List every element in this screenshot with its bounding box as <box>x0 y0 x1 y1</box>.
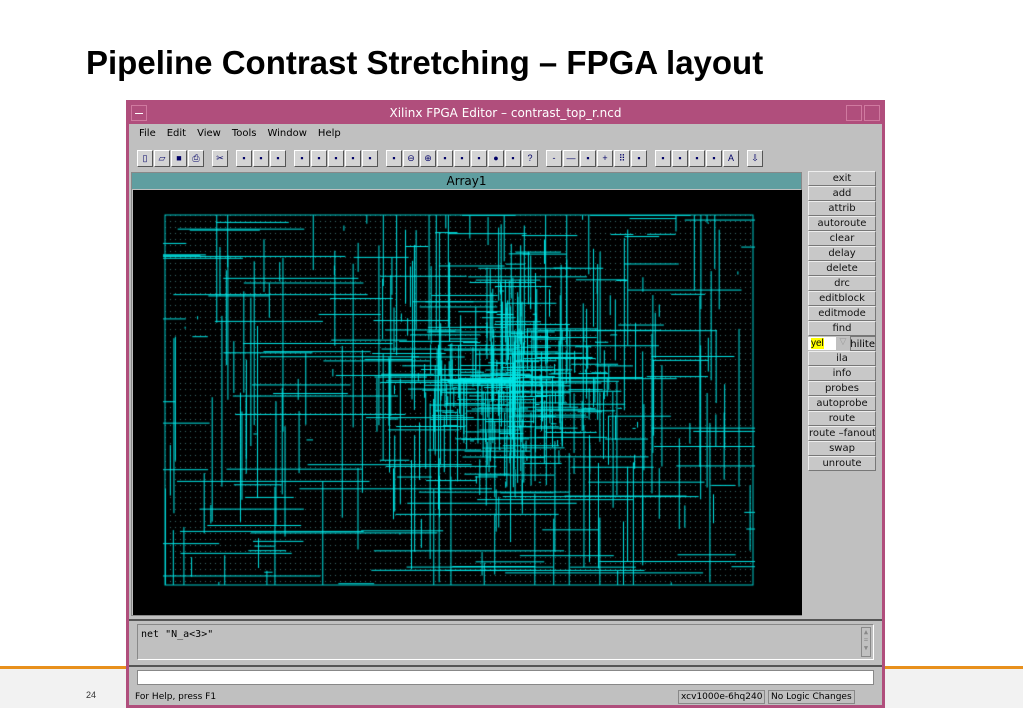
maximize-icon[interactable] <box>864 105 880 121</box>
fpga-layout-canvas[interactable] <box>133 190 802 615</box>
refresh-icon[interactable]: ▪ <box>471 150 487 167</box>
menu-file[interactable]: File <box>139 128 156 139</box>
editblock-button[interactable]: editblock <box>808 291 876 306</box>
console-text: net "N_a<3>" <box>141 629 214 640</box>
line-icon[interactable]: — <box>563 150 579 167</box>
menu-bar: File Edit View Tools Window Help <box>139 128 341 139</box>
window-menu-icon[interactable] <box>131 105 147 121</box>
text-icon[interactable]: A <box>723 150 739 167</box>
menu-window[interactable]: Window <box>267 128 306 139</box>
list-icon[interactable]: ▪ <box>236 150 252 167</box>
print-icon[interactable]: ⎙ <box>188 150 204 167</box>
delay-button[interactable]: delay <box>808 246 876 261</box>
swap-button[interactable]: swap <box>808 441 876 456</box>
command-button-panel: exit add attrib autoroute clear delay delete dr… <box>808 171 878 471</box>
editmode-button[interactable]: editmode <box>808 306 876 321</box>
autoroute-button[interactable]: autoroute <box>808 216 876 231</box>
fpga-editor-window: Xilinx FPGA Editor – contrast_top_r.ncd … <box>126 100 885 708</box>
zoom-select-icon[interactable]: ▪ <box>454 150 470 167</box>
open-icon[interactable]: ▱ <box>154 150 170 167</box>
save-icon[interactable]: ■ <box>171 150 187 167</box>
tool-icon[interactable]: ▪ <box>505 150 521 167</box>
chevron-down-icon[interactable]: ▽ <box>836 336 850 350</box>
page-number: 24 <box>86 690 97 700</box>
download-icon[interactable]: ⇩ <box>747 150 763 167</box>
zoom-out-icon[interactable]: ⊖ <box>403 150 419 167</box>
probes-button[interactable]: probes <box>808 381 876 396</box>
divider <box>129 665 882 667</box>
array-icon[interactable]: ▪ <box>294 150 310 167</box>
net-icon[interactable]: ▪ <box>655 150 671 167</box>
console-scrollbar[interactable]: ▲ = ▼ <box>861 627 871 657</box>
clear-button[interactable]: clear <box>808 231 876 246</box>
window-title: Xilinx FPGA Editor – contrast_top_r.ncd <box>389 106 622 120</box>
zoom-in-icon[interactable]: ⊕ <box>420 150 436 167</box>
zoom-area-icon[interactable]: ▪ <box>437 150 453 167</box>
menu-help[interactable]: Help <box>318 128 341 139</box>
block-icon[interactable]: ▪ <box>706 150 722 167</box>
array-window-title[interactable]: Array1 <box>132 173 801 189</box>
menu-tools[interactable]: Tools <box>232 128 257 139</box>
ila-button[interactable]: ila <box>808 351 876 366</box>
status-bar: For Help, press F1 xcv1000e-6hq240 No Lo… <box>131 689 880 705</box>
component-icon[interactable]: ▪ <box>631 150 647 167</box>
menu-edit[interactable]: Edit <box>167 128 186 139</box>
stop-icon[interactable]: ● <box>488 150 504 167</box>
help-icon[interactable]: ? <box>522 150 538 167</box>
window-title-bar[interactable]: Xilinx FPGA Editor – contrast_top_r.ncd <box>129 103 882 124</box>
add-button[interactable]: add <box>808 186 876 201</box>
info-button[interactable]: info <box>808 366 876 381</box>
toolbar: ▯ ▱ ■ ⎙ ✂ ▪ ▪ ▪ ▪ ▪ ▪ ▪ ▪ ▪ ⊖ ⊕ ▪ ▪ ▪ ● ▪? - — ▪ + ⠿ ▪ ▪ ▪ ▪ ▪ A ⇩ <box>137 148 770 169</box>
slide-title: Pipeline Contrast Stretching – FPGA layo… <box>86 44 764 81</box>
list-view-icon[interactable]: ▪ <box>311 150 327 167</box>
pin-icon[interactable]: + <box>597 150 613 167</box>
minus-icon[interactable]: - <box>546 150 562 167</box>
zoom-fit-icon[interactable]: ▪ <box>386 150 402 167</box>
status-help: For Help, press F1 <box>135 692 217 702</box>
new-icon[interactable]: ▯ <box>137 150 153 167</box>
menu-view[interactable]: View <box>197 128 221 139</box>
hierarchy-icon[interactable]: ▪ <box>672 150 688 167</box>
list2-icon[interactable]: ▪ <box>253 150 269 167</box>
route-fanout-button[interactable]: route –fanout <box>808 426 876 441</box>
status-changes: No Logic Changes <box>768 690 855 704</box>
hilite-row: yel ▽ hilite <box>808 336 878 351</box>
status-device: xcv1000e-6hq240 <box>678 690 766 704</box>
route-button[interactable]: route <box>808 411 876 426</box>
find-button[interactable]: find <box>808 321 876 336</box>
cut-icon[interactable]: ✂ <box>212 150 228 167</box>
unroute-button[interactable]: unroute <box>808 456 876 471</box>
autoprobe-button[interactable]: autoprobe <box>808 396 876 411</box>
crossing-icon[interactable]: ▪ <box>689 150 705 167</box>
bracket-icon[interactable]: ▪ <box>580 150 596 167</box>
copy-icon[interactable]: ▪ <box>362 150 378 167</box>
drc-button[interactable]: drc <box>808 276 876 291</box>
hilite-button[interactable]: hilite <box>850 336 876 351</box>
hilite-color-select[interactable]: yel <box>808 337 836 350</box>
minimize-icon[interactable] <box>846 105 862 121</box>
grid-icon[interactable]: ▪ <box>345 150 361 167</box>
delete-button[interactable]: delete <box>808 261 876 276</box>
properties-icon[interactable]: ▪ <box>270 150 286 167</box>
divider <box>129 619 882 621</box>
grid-toggle-icon[interactable]: ⠿ <box>614 150 630 167</box>
table-icon[interactable]: ▪ <box>328 150 344 167</box>
attrib-button[interactable]: attrib <box>808 201 876 216</box>
console-output: net "N_a<3>" ▲ = ▼ <box>137 624 874 660</box>
exit-button[interactable]: exit <box>808 171 876 186</box>
array-window: Array1 <box>131 172 802 616</box>
command-input[interactable] <box>137 670 874 685</box>
